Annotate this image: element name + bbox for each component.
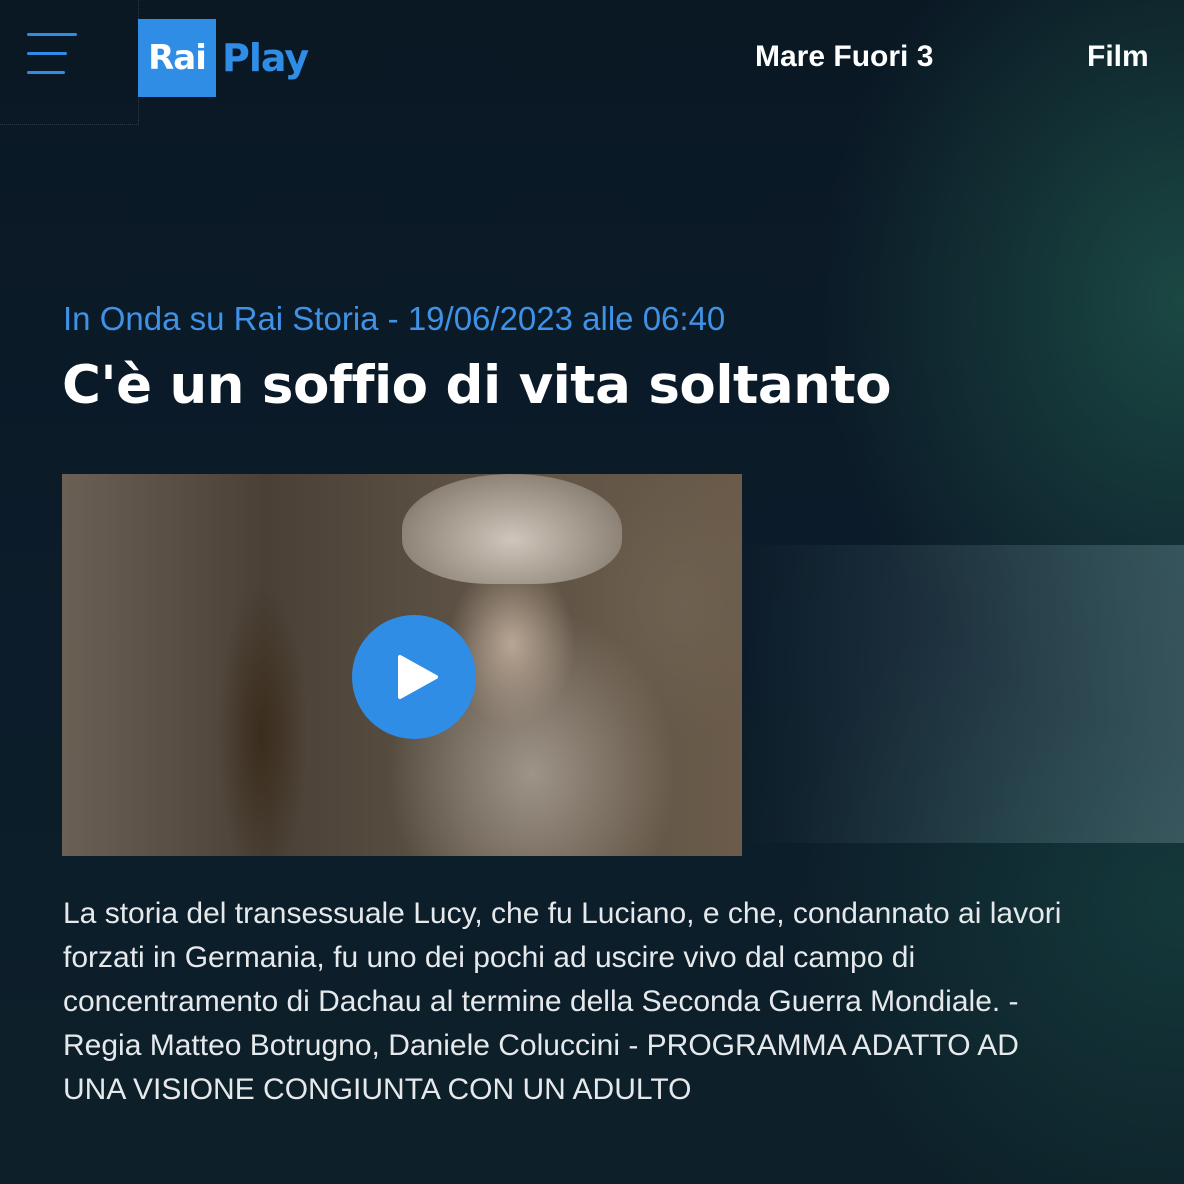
program-title: C'è un soffio di vita soltanto	[62, 355, 892, 416]
background-panel	[742, 545, 1184, 843]
video-player[interactable]	[62, 474, 742, 856]
video-thumbnail-detail	[402, 474, 622, 584]
play-button[interactable]	[352, 615, 476, 739]
nav-item-mare-fuori-3[interactable]: Mare Fuori 3	[755, 40, 933, 74]
airing-info: In Onda su Rai Storia - 19/06/2023 alle …	[63, 300, 726, 337]
program-description: La storia del transessuale Lucy, che fu …	[63, 897, 1062, 1106]
logo-rai-text: Rai	[138, 19, 216, 97]
raiplay-logo[interactable]: Rai Play	[138, 19, 309, 97]
nav-item-film[interactable]: Film	[1087, 40, 1149, 74]
hamburger-menu-icon[interactable]	[27, 33, 79, 75]
logo-play-text: Play	[222, 36, 309, 80]
menu-area	[0, 0, 139, 125]
play-icon	[398, 655, 438, 699]
